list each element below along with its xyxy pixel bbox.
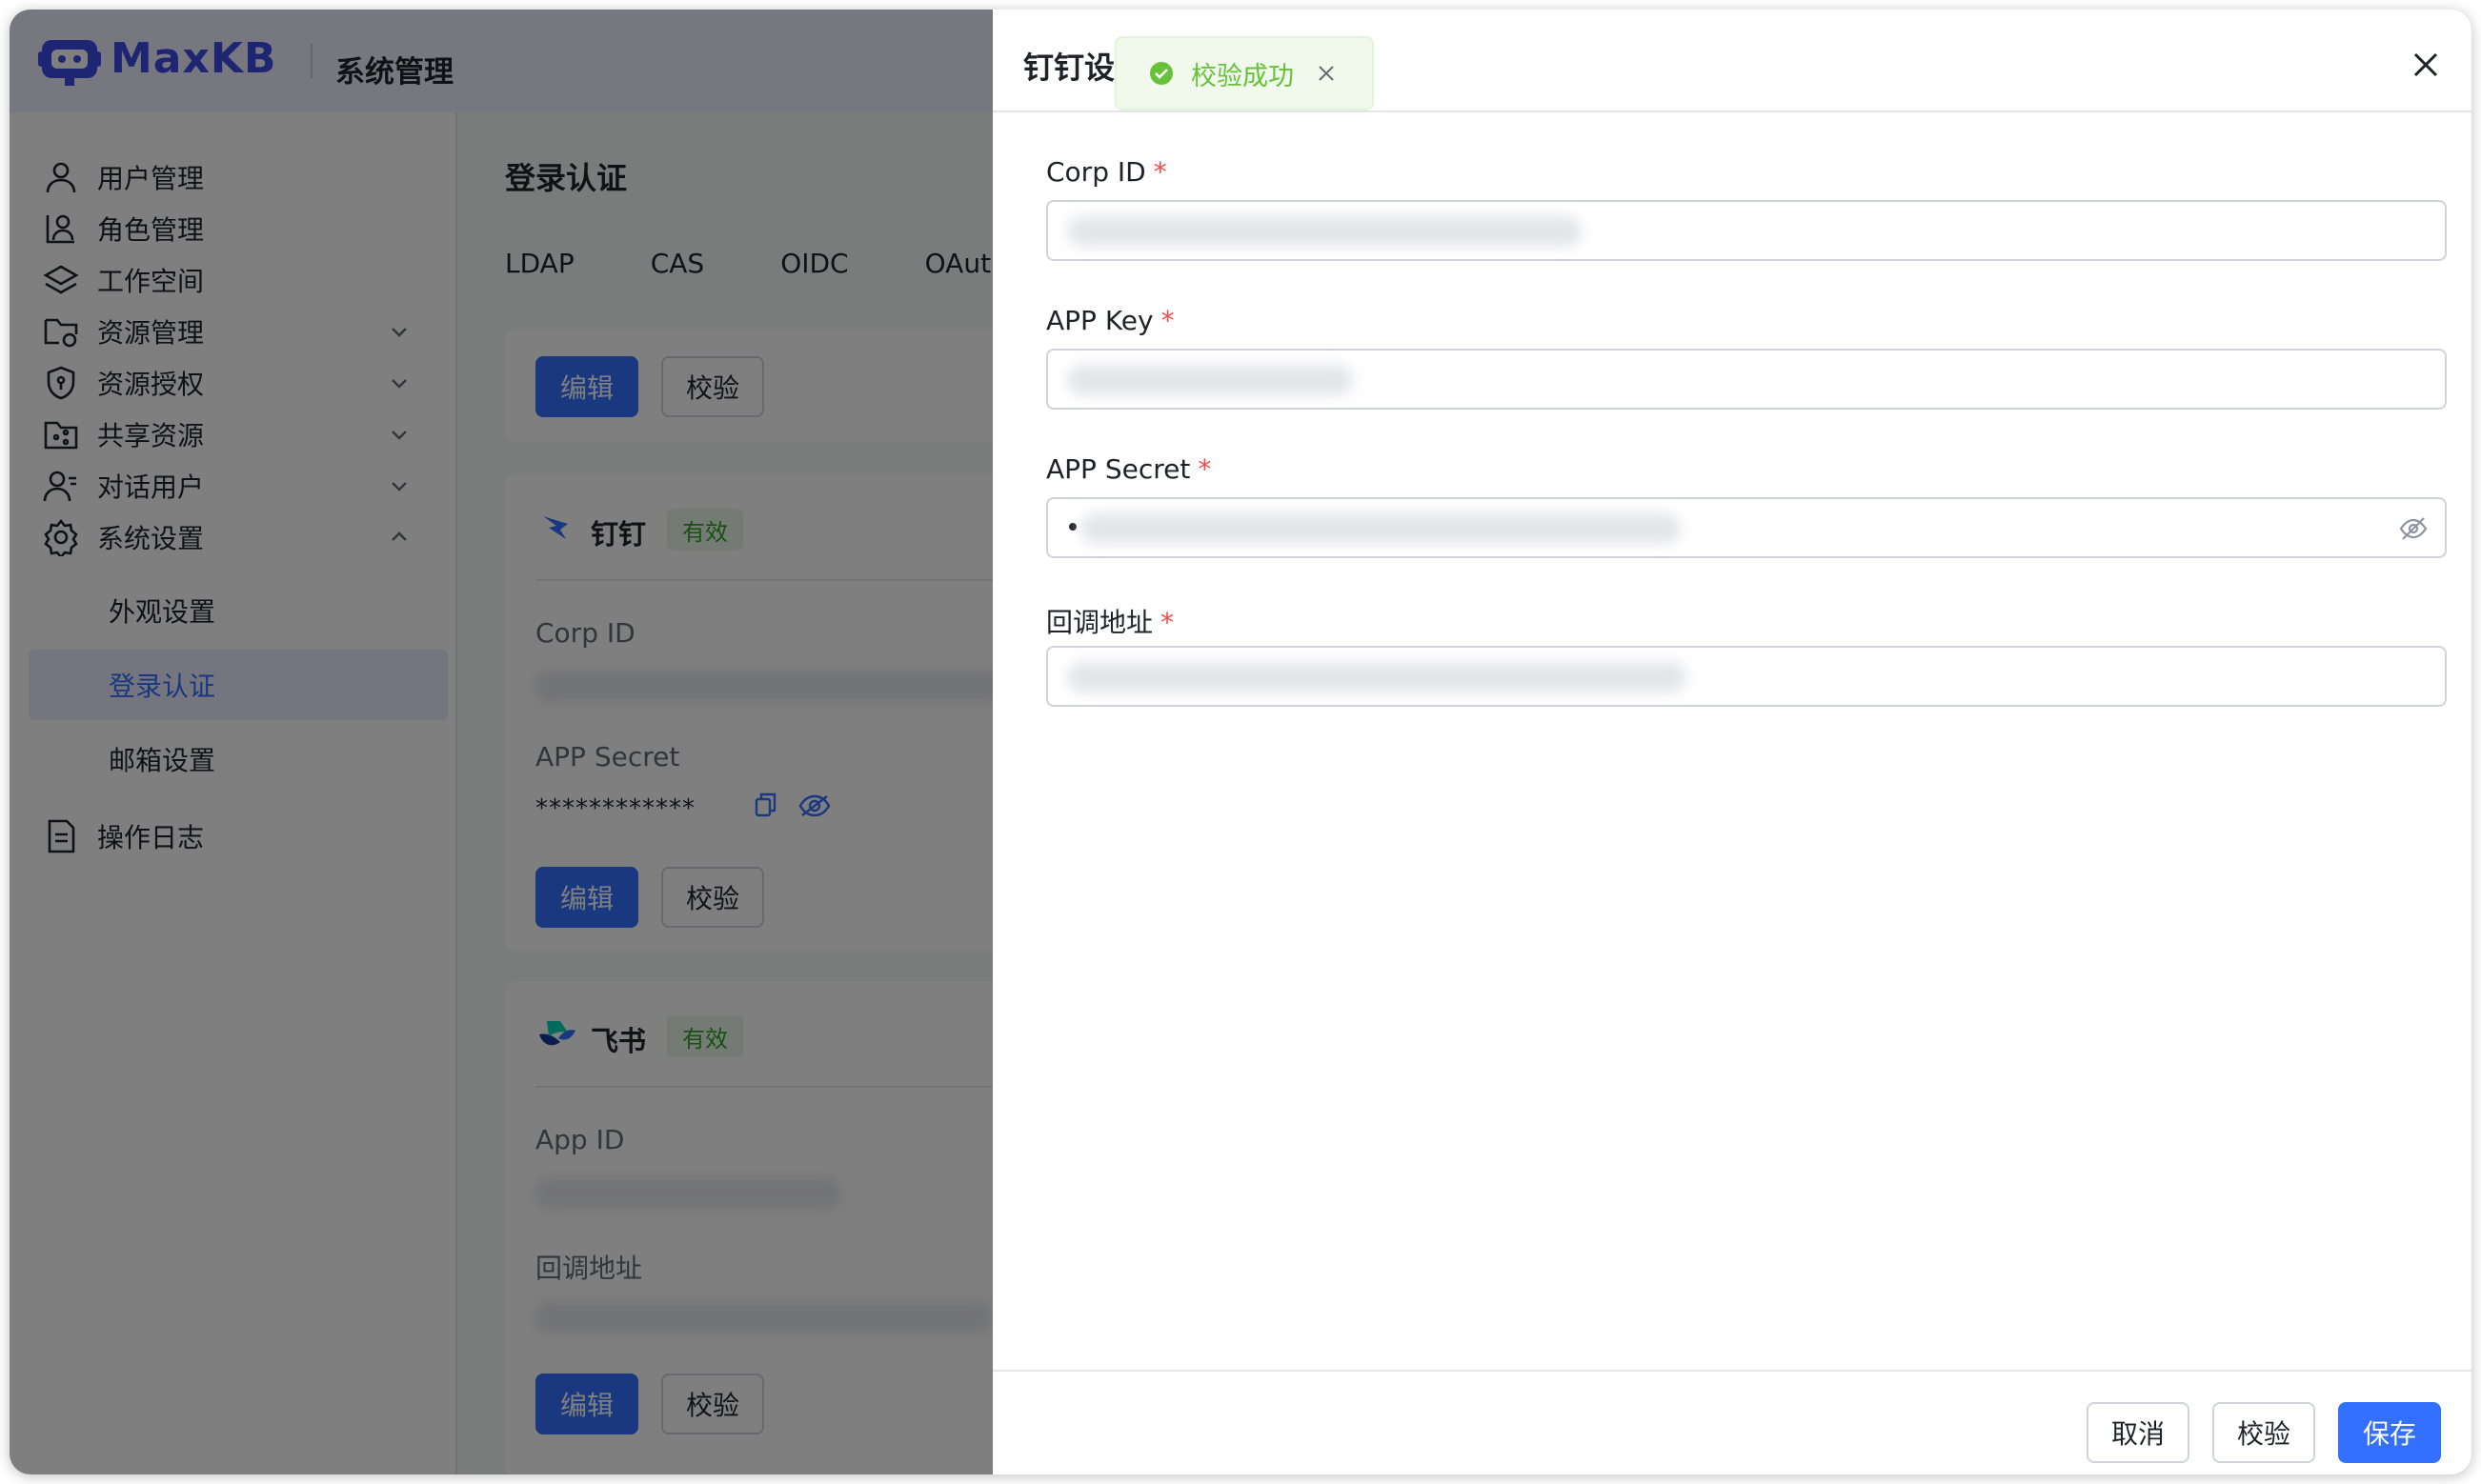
- drawer-footer-divider: [993, 1370, 2471, 1372]
- redacted-value: [1067, 216, 1582, 247]
- app-secret-input[interactable]: [1046, 497, 2447, 558]
- field-label-text: APP Secret: [1046, 453, 1191, 485]
- app-key-input[interactable]: [1046, 349, 2447, 410]
- app-key-field-label: APP Key *: [1046, 305, 1175, 336]
- check-circle-icon: [1150, 62, 1173, 85]
- field-label-text: Corp ID: [1046, 156, 1146, 188]
- app-window: MaxKB 系统管理 用户管理 角色管理 工作空间 资源管理 资源授权: [10, 10, 2471, 1474]
- corp-id-field-label: Corp ID *: [1046, 156, 1167, 188]
- callback-field-label: 回调地址 *: [1046, 602, 1174, 640]
- modal-overlay[interactable]: [10, 10, 993, 1474]
- corp-id-input[interactable]: [1046, 200, 2447, 261]
- close-icon[interactable]: [1317, 64, 1336, 83]
- close-icon[interactable]: [2407, 46, 2445, 84]
- field-label-text: 回调地址: [1046, 607, 1154, 638]
- redacted-value: [1080, 513, 1681, 544]
- field-label-text: APP Key: [1046, 305, 1154, 336]
- required-mark: *: [1153, 156, 1167, 188]
- required-mark: *: [1198, 453, 1212, 485]
- toast-message: 校验成功: [1191, 61, 1294, 91]
- check-button[interactable]: 校验: [2212, 1402, 2315, 1463]
- redacted-value: [1067, 662, 1686, 692]
- eye-off-icon[interactable]: [2399, 514, 2428, 543]
- required-mark: *: [1160, 607, 1175, 638]
- password-dot: [1069, 523, 1077, 531]
- dingtalk-settings-drawer: 钉钉设 Corp ID * APP Key * APP Secret * 回调地址 * …: [993, 10, 2471, 1474]
- save-button[interactable]: 保存: [2338, 1402, 2441, 1463]
- app-secret-field-label: APP Secret *: [1046, 453, 1211, 485]
- drawer-header-divider: [993, 110, 2471, 112]
- success-toast: 校验成功: [1115, 36, 1374, 110]
- cancel-button[interactable]: 取消: [2087, 1402, 2189, 1463]
- required-mark: *: [1160, 305, 1175, 336]
- redacted-value: [1067, 365, 1353, 395]
- drawer-title: 钉钉设: [1023, 50, 1116, 86]
- callback-input[interactable]: [1046, 646, 2447, 707]
